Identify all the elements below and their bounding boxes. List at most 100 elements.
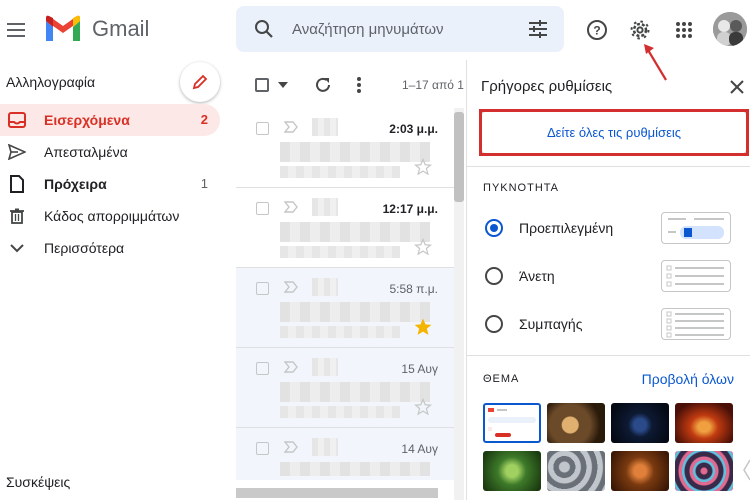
help-icon: ? — [587, 20, 607, 40]
mail-row[interactable]: 2:03 μ.μ. — [236, 108, 454, 188]
search-bar[interactable] — [236, 6, 564, 52]
star-outline-icon[interactable] — [414, 158, 432, 176]
mail-rows: 2:03 μ.μ. 12:17 μ.μ. 5:58 π.μ. 15 Αυγ 14… — [236, 108, 454, 480]
subject-blurred — [280, 382, 430, 402]
density-heading: ΠΥΚΝΟΤΗΤΑ — [483, 182, 560, 194]
sidebar-item-label: Περισσότερα — [44, 240, 125, 256]
inbox-icon — [8, 111, 26, 129]
support-button[interactable]: ? — [585, 18, 609, 42]
search-icon[interactable] — [254, 19, 274, 39]
theme-fire[interactable] — [675, 403, 733, 443]
settings-button[interactable] — [628, 18, 652, 42]
select-dropdown-icon[interactable] — [278, 82, 288, 88]
sidebar-item-drafts[interactable]: Πρόχειρα 1 — [0, 168, 220, 200]
snippet-blurred — [280, 326, 400, 338]
sidebar-item-trash[interactable]: Κάδος απορριμμάτων — [0, 200, 220, 232]
mail-row[interactable]: 12:17 μ.μ. — [236, 188, 454, 268]
important-marker-icon[interactable] — [284, 441, 298, 453]
density-preview-comfortable — [661, 260, 731, 292]
density-radio[interactable] — [485, 315, 503, 333]
gmail-app: Gmail ? — [0, 0, 750, 500]
subject-blurred — [280, 462, 430, 476]
theme-lights[interactable] — [675, 451, 733, 491]
row-checkbox[interactable] — [256, 202, 269, 215]
sidebar-item-label: Εισερχόμενα — [44, 112, 130, 128]
row-checkbox[interactable] — [256, 282, 269, 295]
sidebar-item-more[interactable]: Περισσότερα — [0, 232, 220, 264]
main-menu-button[interactable] — [4, 18, 28, 42]
density-label: Προεπιλεγμένη — [519, 220, 614, 236]
sidebar-item-inbox[interactable]: Εισερχόμενα 2 — [0, 104, 220, 136]
vertical-scrollbar-thumb[interactable] — [454, 112, 464, 202]
sidebar-item-sent[interactable]: Απεσταλμένα — [0, 136, 220, 168]
send-icon — [8, 143, 26, 161]
mail-row[interactable]: 14 Αυγ — [236, 428, 454, 480]
refresh-icon[interactable] — [314, 76, 332, 94]
mail-time: 14 Αυγ — [401, 442, 438, 456]
density-preview-default — [661, 212, 731, 244]
compose-button[interactable] — [180, 62, 220, 102]
theme-default[interactable] — [483, 403, 541, 443]
theme-chess[interactable] — [547, 403, 605, 443]
meet-section-label[interactable]: Συσκέψεις — [6, 474, 70, 490]
density-label: Συμπαγής — [519, 316, 583, 332]
theme-bubbles[interactable] — [547, 451, 605, 491]
star-outline-icon[interactable] — [414, 238, 432, 256]
snippet-blurred — [280, 406, 400, 418]
density-radio[interactable] — [485, 267, 503, 285]
apps-button[interactable] — [672, 18, 696, 42]
star-outline-icon[interactable] — [414, 398, 432, 416]
more-vert-icon[interactable] — [356, 76, 362, 94]
sender-blurred — [312, 118, 338, 136]
select-all-checkbox[interactable] — [255, 78, 269, 92]
see-all-settings-button[interactable]: Δείτε όλες τις ρυθμίσεις — [481, 111, 747, 154]
mail-time: 15 Αυγ — [401, 362, 438, 376]
app-name: Gmail — [92, 16, 150, 41]
gmail-logo[interactable]: Gmail — [44, 15, 149, 43]
theme-space[interactable] — [611, 403, 669, 443]
search-options-icon[interactable] — [528, 19, 548, 39]
quick-settings-panel: Γρήγορες ρυθμίσεις Δείτε όλες τις ρυθμίσ… — [466, 60, 750, 500]
mail-time: 12:17 μ.μ. — [382, 202, 438, 216]
hamburger-icon — [7, 23, 25, 37]
sidebar-item-label: Απεσταλμένα — [44, 144, 128, 160]
sender-blurred — [312, 438, 338, 456]
chevron-down-icon — [8, 239, 26, 257]
row-checkbox[interactable] — [256, 442, 269, 455]
important-marker-icon[interactable] — [284, 201, 298, 213]
gear-icon — [630, 20, 650, 40]
density-radio[interactable] — [485, 219, 503, 237]
panel-title: Γρήγορες ρυθμίσεις — [481, 78, 613, 95]
mail-list: 1–17 από 1 2:03 μ.μ. 12:17 μ.μ. 5:58 π.μ… — [236, 60, 466, 500]
horizontal-scrollbar[interactable] — [236, 488, 438, 498]
mail-section-label: Αλληλογραφία — [6, 74, 96, 90]
scroll-right-icon[interactable] — [740, 452, 750, 488]
sidebar-item-label: Κάδος απορριμμάτων — [44, 208, 180, 224]
close-icon[interactable] — [730, 80, 744, 94]
mail-row[interactable]: 15 Αυγ — [236, 348, 454, 428]
account-avatar[interactable] — [713, 12, 747, 46]
snippet-blurred — [280, 166, 400, 178]
view-all-themes-link[interactable]: Προβολή όλων — [642, 371, 734, 387]
density-option-compact[interactable]: Συμπαγής — [467, 299, 750, 347]
subject-blurred — [280, 302, 430, 322]
theme-leaf[interactable] — [483, 451, 541, 491]
theme-autumn[interactable] — [611, 451, 669, 491]
subject-blurred — [280, 142, 430, 162]
density-option-default[interactable]: Προεπιλεγμένη — [467, 203, 750, 251]
subject-blurred — [280, 222, 430, 242]
star-filled-icon[interactable] — [414, 318, 432, 336]
important-marker-icon[interactable] — [284, 361, 298, 373]
pagination-range: 1–17 από 1 — [402, 78, 464, 92]
sidebar: Αλληλογραφία Εισερχόμενα 2 Απεσταλμένα Π… — [0, 60, 236, 500]
density-option-comfortable[interactable]: Άνετη — [467, 251, 750, 299]
important-marker-icon[interactable] — [284, 281, 298, 293]
sidebar-nav: Εισερχόμενα 2 Απεσταλμένα Πρόχειρα 1 Κάδ… — [0, 104, 220, 264]
mail-row[interactable]: 5:58 π.μ. — [236, 268, 454, 348]
row-checkbox[interactable] — [256, 362, 269, 375]
search-input[interactable] — [292, 16, 512, 42]
header: Gmail ? — [0, 0, 750, 60]
row-checkbox[interactable] — [256, 122, 269, 135]
apps-grid-icon — [676, 22, 692, 38]
important-marker-icon[interactable] — [284, 121, 298, 133]
